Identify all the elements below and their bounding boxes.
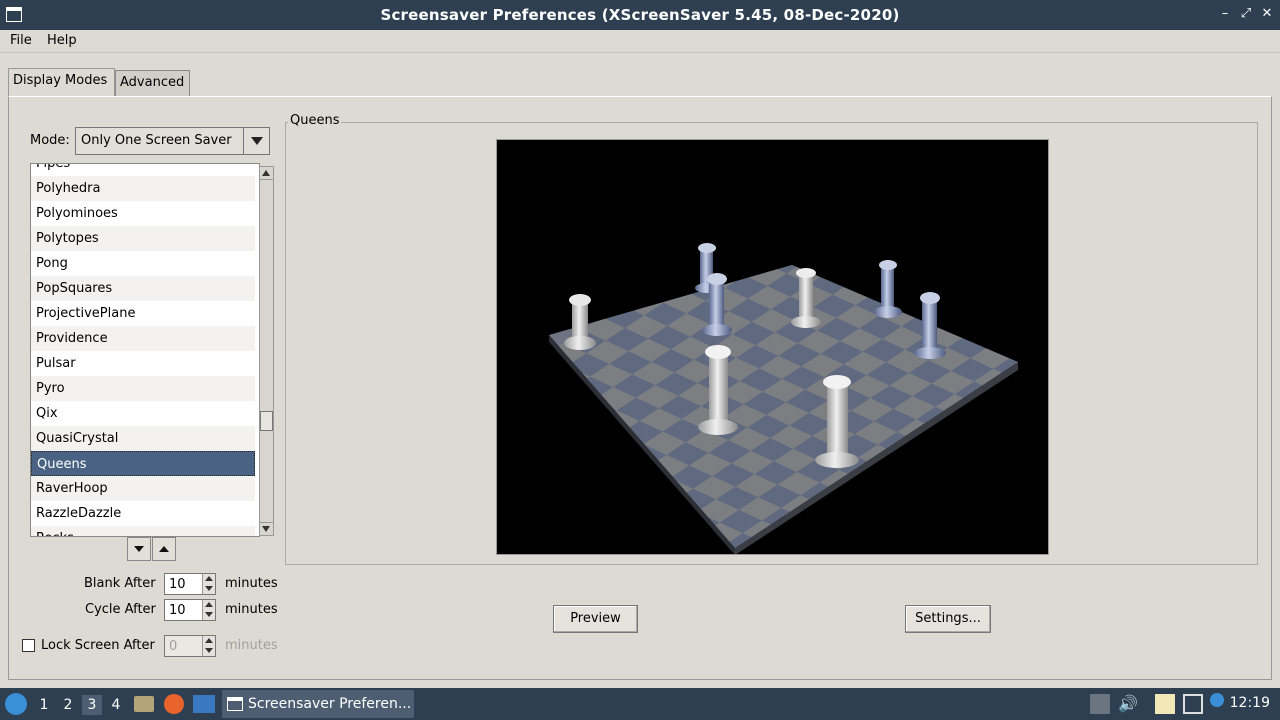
menu-bar: File Help — [0, 30, 1280, 53]
cycle-after-label: Cycle After — [85, 602, 156, 617]
window-title: Screensaver Preferences (XScreenSaver 5.… — [380, 6, 900, 24]
scroll-up-icon[interactable] — [260, 167, 273, 180]
list-item[interactable]: ProjectivePlane — [31, 301, 255, 326]
menu-file[interactable]: File — [10, 33, 32, 48]
taskbar-task-screensaver[interactable]: Screensaver Preferen... — [222, 690, 414, 718]
cycle-after-value: 10 — [169, 603, 186, 618]
list-item[interactable]: Qix — [31, 401, 255, 426]
queen-piece — [874, 260, 902, 318]
scrollbar-thumb[interactable] — [260, 411, 273, 431]
network-icon[interactable] — [1183, 694, 1203, 714]
clock[interactable]: 12:19 — [1230, 695, 1270, 711]
tab-display-modes[interactable]: Display Modes — [8, 68, 115, 96]
window-titlebar[interactable]: Screensaver Preferences (XScreenSaver 5.… — [0, 0, 1280, 30]
list-item[interactable]: Pyro — [31, 376, 255, 401]
update-notifier-icon[interactable] — [1210, 693, 1224, 707]
queen-piece — [564, 294, 596, 350]
scroll-down-icon[interactable] — [260, 522, 273, 535]
minimize-icon[interactable]: – — [1217, 6, 1233, 22]
chevron-down-icon[interactable] — [243, 128, 269, 154]
next-saver-button[interactable] — [127, 537, 151, 561]
settings-button[interactable]: Settings... — [905, 605, 991, 633]
task-title: Screensaver Preferen... — [248, 696, 412, 712]
lock-after-spinner: 0 — [164, 635, 216, 657]
list-item[interactable]: RazzleDazzle — [31, 501, 255, 526]
window-icon — [227, 697, 243, 711]
tab-advanced[interactable]: Advanced — [115, 70, 190, 96]
list-item[interactable]: RaverHoop — [31, 476, 255, 501]
workspace-3[interactable]: 3 — [82, 695, 102, 715]
volume-icon[interactable]: 🔊 — [1118, 694, 1138, 714]
blank-after-label: Blank After — [84, 576, 156, 591]
lock-after-unit: minutes — [225, 638, 278, 653]
list-scrollbar[interactable] — [259, 166, 274, 536]
close-icon[interactable]: ✕ — [1259, 6, 1275, 22]
tray-up-icon[interactable] — [1090, 694, 1110, 714]
lock-after-value: 0 — [169, 639, 178, 654]
list-item[interactable]: Rocks — [31, 526, 255, 536]
blank-after-unit: minutes — [225, 576, 278, 591]
spinner-arrows-icon[interactable] — [202, 574, 215, 594]
clipboard-icon[interactable] — [1155, 694, 1175, 714]
spinner-arrows-icon — [202, 636, 215, 656]
chessboard-preview-image — [549, 243, 1018, 554]
preview-group-title: Queens — [288, 113, 342, 128]
maximize-icon[interactable]: ⤢ — [1238, 6, 1254, 22]
firefox-icon[interactable] — [164, 694, 184, 714]
lock-screen-checkbox[interactable] — [22, 639, 35, 652]
list-item[interactable]: Queens — [31, 451, 255, 476]
spinner-arrows-icon[interactable] — [202, 600, 215, 620]
workspace-4[interactable]: 4 — [106, 695, 126, 715]
screensaver-list[interactable]: Pipes Polyhedra Polyominoes Polytopes Pong Po… — [30, 163, 260, 537]
file-manager-icon[interactable] — [134, 696, 154, 712]
list-item[interactable]: Pong — [31, 251, 255, 276]
lock-screen-label[interactable]: Lock Screen After — [41, 638, 155, 653]
list-item[interactable]: QuasiCrystal — [31, 426, 255, 451]
list-item[interactable]: Pipes — [31, 164, 255, 176]
preview-button[interactable]: Preview — [553, 605, 638, 633]
menu-help[interactable]: Help — [47, 33, 77, 48]
workspace-2[interactable]: 2 — [58, 695, 78, 715]
mode-label: Mode: — [30, 133, 70, 148]
desktop-icon[interactable] — [193, 695, 215, 713]
previous-saver-button[interactable] — [152, 537, 176, 561]
taskbar: 1 2 3 4 Screensaver Preferen... 🔊 12:19 — [0, 688, 1280, 720]
list-item[interactable]: Polyominoes — [31, 201, 255, 226]
workspace-1[interactable]: 1 — [34, 695, 54, 715]
blank-after-spinner[interactable]: 10 — [164, 573, 216, 595]
start-menu-icon[interactable] — [5, 693, 27, 715]
blank-after-value: 10 — [169, 577, 186, 592]
list-item[interactable]: Pulsar — [31, 351, 255, 376]
list-item[interactable]: PopSquares — [31, 276, 255, 301]
preview-canvas — [496, 139, 1049, 555]
cycle-after-unit: minutes — [225, 602, 278, 617]
cycle-after-spinner[interactable]: 10 — [164, 599, 216, 621]
list-item[interactable]: Providence — [31, 326, 255, 351]
mode-select[interactable]: Only One Screen Saver — [75, 127, 270, 155]
list-item[interactable]: Polytopes — [31, 226, 255, 251]
mode-value: Only One Screen Saver — [81, 133, 232, 148]
list-item[interactable]: Polyhedra — [31, 176, 255, 201]
